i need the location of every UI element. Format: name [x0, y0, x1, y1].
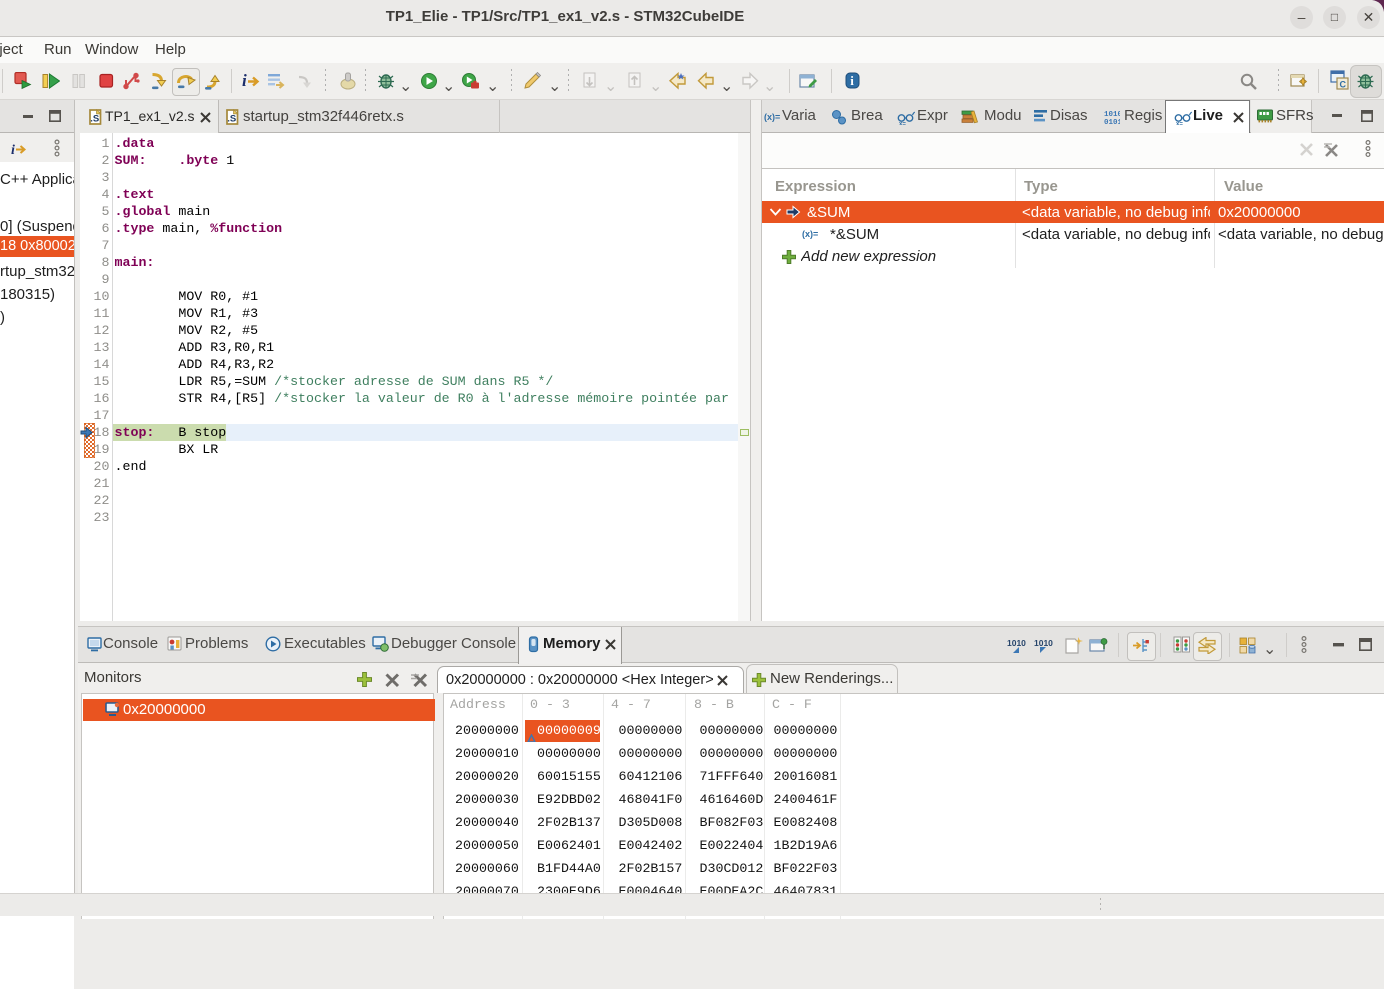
svg-text:1010: 1010 — [1034, 638, 1053, 648]
svg-text:.S: .S — [227, 114, 236, 125]
svg-text:(x)=: (x)= — [802, 229, 818, 239]
svg-text:0101: 0101 — [1104, 119, 1120, 125]
svg-text:i: i — [242, 71, 247, 90]
svg-text:C: C — [1340, 80, 1347, 90]
svg-text:x=: x= — [1176, 122, 1183, 126]
svg-text:x=: x= — [899, 122, 906, 126]
svg-text:1010: 1010 — [1007, 638, 1026, 648]
svg-text:.S: .S — [90, 114, 99, 125]
svg-text:i: i — [11, 143, 15, 157]
svg-text:1010: 1010 — [1104, 111, 1120, 119]
svg-text:i: i — [850, 73, 854, 88]
svg-text:(x)=: (x)= — [764, 112, 780, 122]
